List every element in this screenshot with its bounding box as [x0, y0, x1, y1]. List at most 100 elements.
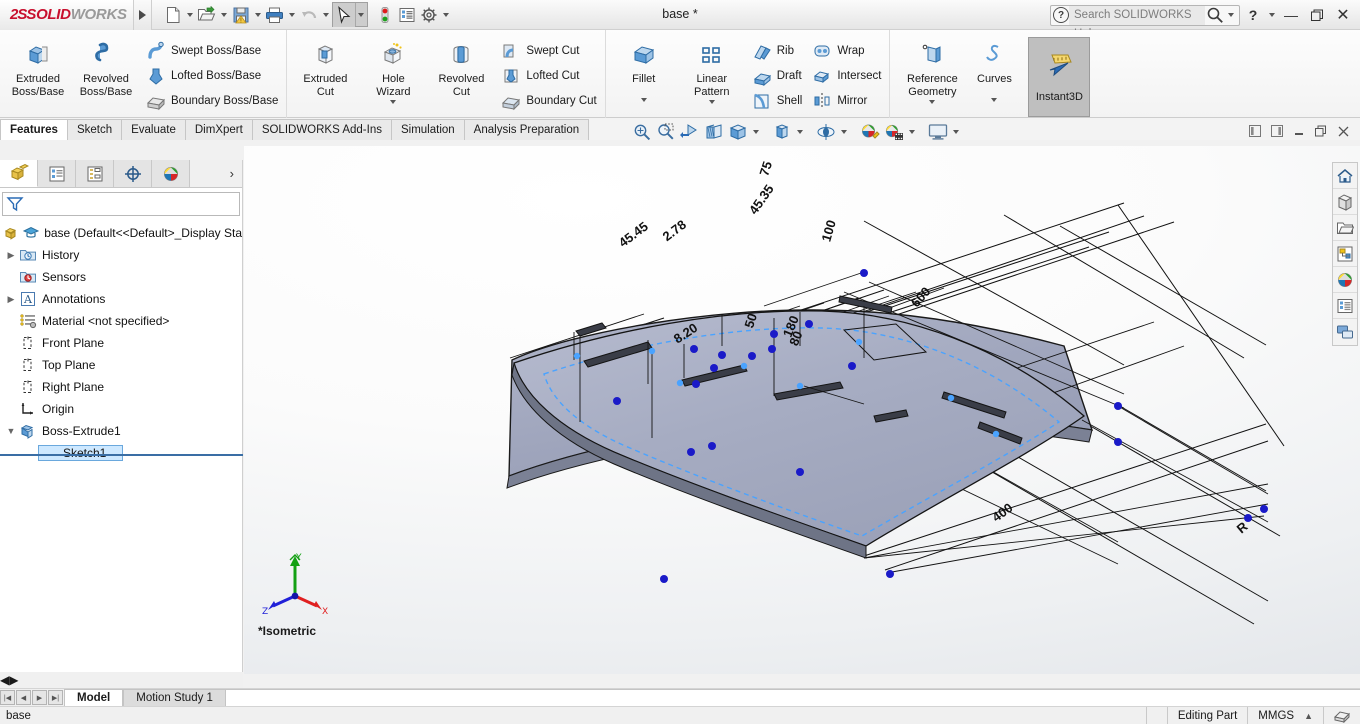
tree-row-right-plane[interactable]: Right Plane [0, 376, 242, 398]
dimxpert-manager-tab[interactable] [114, 160, 152, 187]
view-palette-icon[interactable] [1333, 319, 1357, 345]
prev-tab-button[interactable]: ◀ [16, 690, 31, 705]
feature-tree-tab[interactable] [0, 160, 38, 187]
help-button[interactable]: ? [1240, 2, 1266, 28]
tab-sketch[interactable]: Sketch [66, 119, 123, 140]
minimize-button[interactable]: — [1278, 2, 1304, 28]
restore-left-icon[interactable] [1244, 120, 1266, 142]
home-icon[interactable] [1333, 163, 1357, 189]
undo-icon[interactable] [298, 3, 320, 27]
tree-expander-boss-extrude1[interactable]: ▼ [4, 426, 18, 436]
tree-row-sensors[interactable]: Sensors [0, 266, 242, 288]
solidworks-logo[interactable]: 2S SOLID WORKS [0, 0, 134, 30]
tree-row-origin[interactable]: Origin [0, 398, 242, 420]
tree-row-material[interactable]: Material <not specified> [0, 310, 242, 332]
tab-solidworks-add-ins[interactable]: SOLIDWORKS Add-Ins [251, 119, 392, 140]
lofted-cut-button[interactable]: Lofted Cut [495, 63, 600, 88]
design-library-icon[interactable] [1333, 241, 1357, 267]
tree-expander-history[interactable]: ▶ [4, 250, 18, 261]
section-view-icon[interactable] [702, 119, 726, 145]
view-settings-icon[interactable] [926, 119, 950, 145]
appearances-icon[interactable] [1333, 189, 1357, 215]
tree-row-annotations[interactable]: ▶ A Annotations [0, 288, 242, 310]
apply-scene-caret-icon[interactable] [906, 119, 918, 145]
configuration-manager-tab[interactable] [76, 160, 114, 187]
rib-button[interactable]: Rib [746, 38, 807, 63]
last-tab-button[interactable]: ▶| [48, 690, 63, 705]
linear-pattern-dropdown-icon[interactable] [709, 100, 715, 104]
view-orientation-caret-icon[interactable] [750, 119, 762, 145]
swept-cut-button[interactable]: Swept Cut [495, 38, 600, 63]
mirror-button[interactable]: Mirror [806, 88, 885, 113]
intersect-button[interactable]: Intersect [806, 63, 885, 88]
view-orientation-icon[interactable] [726, 119, 750, 145]
display-manager-tab[interactable] [152, 160, 190, 187]
hole-wizard-dropdown-icon[interactable] [390, 100, 396, 104]
display-manager-ball-icon[interactable] [1333, 267, 1357, 293]
feature-manager-more-tabs[interactable]: › [190, 160, 242, 187]
revolved-boss-base-button[interactable]: Revolved Boss/Base [72, 34, 140, 98]
search-icon[interactable] [1205, 6, 1225, 24]
select-tool-button[interactable] [331, 2, 368, 27]
next-tab-button[interactable]: ▶ [32, 690, 47, 705]
select-caret-icon[interactable] [354, 3, 367, 26]
new-document-icon[interactable] [162, 3, 184, 27]
extruded-boss-base-button[interactable]: Extruded Boss/Base [4, 34, 72, 98]
feature-tree-hscrollbar[interactable]: ◀ ▶ [0, 672, 243, 688]
tab-dimxpert[interactable]: DimXpert [184, 119, 253, 140]
feature-tree-filter-input[interactable] [2, 192, 240, 216]
rebuild-icon[interactable] [374, 3, 396, 27]
status-units-group[interactable]: MMGS ▲ [1247, 706, 1323, 724]
reference-geometry-button[interactable]: Reference Geometry [894, 34, 970, 104]
lofted-boss-base-button[interactable]: Lofted Boss/Base [140, 63, 282, 88]
print-caret-icon[interactable] [286, 3, 298, 27]
restore-document-icon[interactable] [1310, 120, 1332, 142]
restore-right-icon[interactable] [1266, 120, 1288, 142]
revolved-cut-button[interactable]: Revolved Cut [427, 34, 495, 98]
scroll-left-arrow[interactable]: ◀ [0, 673, 9, 687]
file-properties-icon[interactable] [396, 3, 418, 27]
restore-button[interactable] [1304, 2, 1330, 28]
open-document-icon[interactable] [196, 3, 218, 27]
print-icon[interactable] [264, 3, 286, 27]
save-caret-icon[interactable] [252, 3, 264, 27]
linear-pattern-button[interactable]: Linear Pattern [678, 34, 746, 104]
boundary-boss-base-button[interactable]: Boundary Boss/Base [140, 88, 282, 113]
search-caret-icon[interactable] [1225, 3, 1237, 27]
edit-appearance-icon[interactable] [858, 119, 882, 145]
property-manager-tab[interactable] [38, 160, 76, 187]
tree-row-boss-extrude1[interactable]: ▼ Boss-Extrude1 [0, 420, 242, 442]
reference-geometry-dropdown-icon[interactable] [929, 100, 935, 104]
apply-scene-icon[interactable] [882, 119, 906, 145]
first-tab-button[interactable]: |◀ [0, 690, 15, 705]
feature-tree-rollback-bar[interactable] [0, 454, 243, 456]
close-document-icon[interactable] [1332, 120, 1354, 142]
tab-evaluate[interactable]: Evaluate [121, 119, 186, 140]
help-caret-icon[interactable] [1266, 3, 1278, 27]
tree-row-front-plane[interactable]: Front Plane [0, 332, 242, 354]
folder-icon[interactable] [1333, 215, 1357, 241]
wrap-button[interactable]: Wrap [806, 38, 885, 63]
hide-show-items-caret-icon[interactable] [838, 119, 850, 145]
instant3d-button[interactable]: Instant3D [1028, 37, 1091, 117]
tab-simulation[interactable]: Simulation [390, 119, 465, 140]
curves-dropdown-icon[interactable] [991, 98, 997, 102]
select-cursor-icon[interactable] [332, 2, 355, 27]
close-button[interactable]: ✕ [1330, 2, 1356, 28]
hole-wizard-button[interactable]: Hole Wizard [359, 34, 427, 104]
options-gear-icon[interactable] [418, 3, 440, 27]
swept-boss-base-button[interactable]: Swept Boss/Base [140, 38, 282, 63]
zoom-to-fit-icon[interactable] [630, 119, 654, 145]
new-document-caret-icon[interactable] [184, 3, 196, 27]
open-document-caret-icon[interactable] [218, 3, 230, 27]
save-icon[interactable]: ! [230, 3, 252, 27]
tab-features[interactable]: Features [0, 119, 68, 140]
zoom-to-area-icon[interactable] [654, 119, 678, 145]
menu-expand-arrow-icon[interactable] [133, 0, 152, 30]
curves-button[interactable]: Curves [970, 34, 1018, 102]
boundary-cut-button[interactable]: Boundary Cut [495, 88, 600, 113]
display-style-caret-icon[interactable] [794, 119, 806, 145]
tree-expander-annotations[interactable]: ▶ [4, 294, 18, 305]
draft-button[interactable]: Draft [746, 63, 807, 88]
graphics-viewport[interactable]: 75 45.35 45.45 2.78 100 600 50 180 80 8.… [244, 146, 1360, 674]
